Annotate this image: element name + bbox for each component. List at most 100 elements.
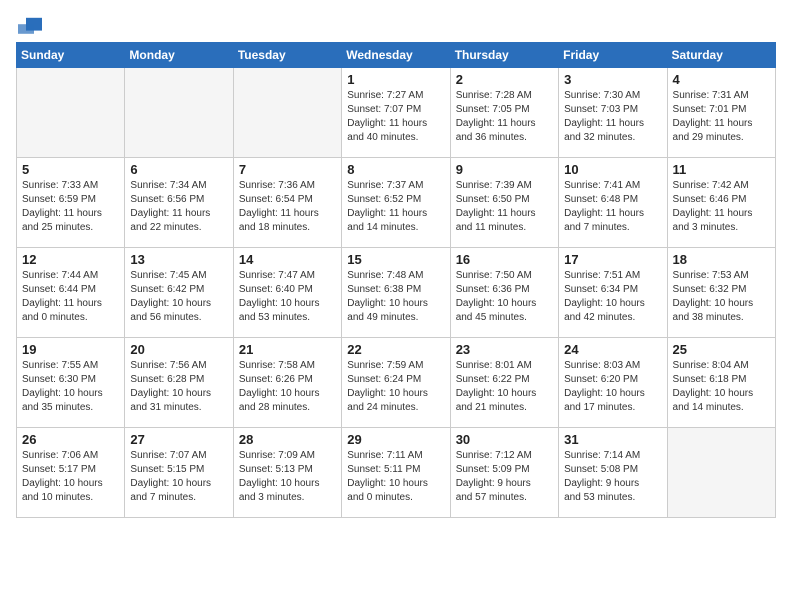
day-info: Sunrise: 7:56 AM Sunset: 6:28 PM Dayligh…: [130, 359, 227, 415]
day-header-saturday: Saturday: [667, 43, 775, 68]
day-info: Sunrise: 7:30 AM Sunset: 7:03 PM Dayligh…: [564, 89, 661, 145]
calendar-cell: 8 Sunrise: 7:37 AM Sunset: 6:52 PM Daylig…: [342, 158, 450, 248]
day-info: Sunrise: 7:44 AM Sunset: 6:44 PM Dayligh…: [22, 269, 119, 325]
day-number: 27: [130, 432, 227, 447]
calendar-week-row: 1Sunrise: 7:27 AM Sunset: 7:07 PM Daylig…: [17, 68, 776, 158]
page-header: [16, 16, 776, 34]
day-number: 15: [347, 252, 444, 267]
day-number: 8: [347, 162, 444, 177]
day-number: 26: [22, 432, 119, 447]
day-number: 25: [673, 342, 770, 357]
calendar-week-row: 12 Sunrise: 7:44 AM Sunset: 6:44 PM Dayli…: [17, 248, 776, 338]
calendar-cell: 13Sunrise: 7:45 AM Sunset: 6:42 PM Dayli…: [125, 248, 233, 338]
day-info: Sunrise: 7:09 AM Sunset: 5:13 PM Dayligh…: [239, 449, 336, 505]
day-number: 10: [564, 162, 661, 177]
day-number: 4: [673, 72, 770, 87]
calendar-table: SundayMondayTuesdayWednesdayThursdayFrid…: [16, 42, 776, 518]
calendar-cell: 25Sunrise: 8:04 AM Sunset: 6:18 PM Dayli…: [667, 338, 775, 428]
day-header-sunday: Sunday: [17, 43, 125, 68]
day-number: 14: [239, 252, 336, 267]
day-info: Sunrise: 7:55 AM Sunset: 6:30 PM Dayligh…: [22, 359, 119, 415]
day-info: Sunrise: 7:36 AM Sunset: 6:54 PM Dayligh…: [239, 179, 336, 235]
day-number: 7: [239, 162, 336, 177]
day-info: Sunrise: 7:59 AM Sunset: 6:24 PM Dayligh…: [347, 359, 444, 415]
calendar-cell: 4 Sunrise: 7:31 AM Sunset: 7:01 PM Daylig…: [667, 68, 775, 158]
day-header-friday: Friday: [559, 43, 667, 68]
day-number: 16: [456, 252, 553, 267]
calendar-cell: 6 Sunrise: 7:34 AM Sunset: 6:56 PM Daylig…: [125, 158, 233, 248]
calendar-cell: 24Sunrise: 8:03 AM Sunset: 6:20 PM Dayli…: [559, 338, 667, 428]
calendar-cell: 12 Sunrise: 7:44 AM Sunset: 6:44 PM Dayli…: [17, 248, 125, 338]
day-number: 21: [239, 342, 336, 357]
day-info: Sunrise: 7:53 AM Sunset: 6:32 PM Dayligh…: [673, 269, 770, 325]
day-number: 2: [456, 72, 553, 87]
day-info: Sunrise: 7:51 AM Sunset: 6:34 PM Dayligh…: [564, 269, 661, 325]
day-info: Sunrise: 7:12 AM Sunset: 5:09 PM Dayligh…: [456, 449, 553, 505]
day-info: Sunrise: 7:34 AM Sunset: 6:56 PM Dayligh…: [130, 179, 227, 235]
day-number: 31: [564, 432, 661, 447]
day-number: 13: [130, 252, 227, 267]
day-info: Sunrise: 8:03 AM Sunset: 6:20 PM Dayligh…: [564, 359, 661, 415]
day-header-wednesday: Wednesday: [342, 43, 450, 68]
calendar-cell: 14 Sunrise: 7:47 AM Sunset: 6:40 PM Dayli…: [233, 248, 341, 338]
calendar-cell: 11Sunrise: 7:42 AM Sunset: 6:46 PM Dayli…: [667, 158, 775, 248]
day-info: Sunrise: 7:28 AM Sunset: 7:05 PM Dayligh…: [456, 89, 553, 145]
day-number: 18: [673, 252, 770, 267]
day-number: 30: [456, 432, 553, 447]
logo-icon: [18, 16, 42, 34]
day-info: Sunrise: 7:11 AM Sunset: 5:11 PM Dayligh…: [347, 449, 444, 505]
day-info: Sunrise: 7:33 AM Sunset: 6:59 PM Dayligh…: [22, 179, 119, 235]
calendar-cell: 3 Sunrise: 7:30 AM Sunset: 7:03 PM Daylig…: [559, 68, 667, 158]
day-info: Sunrise: 7:27 AM Sunset: 7:07 PM Dayligh…: [347, 89, 444, 145]
day-info: Sunrise: 7:31 AM Sunset: 7:01 PM Dayligh…: [673, 89, 770, 145]
calendar-cell: [125, 68, 233, 158]
calendar-cell: 22 Sunrise: 7:59 AM Sunset: 6:24 PM Dayli…: [342, 338, 450, 428]
calendar-cell: 27Sunrise: 7:07 AM Sunset: 5:15 PM Dayli…: [125, 428, 233, 518]
day-number: 22: [347, 342, 444, 357]
day-info: Sunrise: 8:01 AM Sunset: 6:22 PM Dayligh…: [456, 359, 553, 415]
day-number: 3: [564, 72, 661, 87]
day-info: Sunrise: 7:39 AM Sunset: 6:50 PM Dayligh…: [456, 179, 553, 235]
day-info: Sunrise: 7:37 AM Sunset: 6:52 PM Dayligh…: [347, 179, 444, 235]
calendar-cell: 16 Sunrise: 7:50 AM Sunset: 6:36 PM Dayli…: [450, 248, 558, 338]
day-number: 20: [130, 342, 227, 357]
day-info: Sunrise: 7:50 AM Sunset: 6:36 PM Dayligh…: [456, 269, 553, 325]
logo: [16, 16, 42, 34]
day-info: Sunrise: 7:41 AM Sunset: 6:48 PM Dayligh…: [564, 179, 661, 235]
day-number: 5: [22, 162, 119, 177]
calendar-week-row: 5 Sunrise: 7:33 AM Sunset: 6:59 PM Daylig…: [17, 158, 776, 248]
calendar-cell: 23 Sunrise: 8:01 AM Sunset: 6:22 PM Dayli…: [450, 338, 558, 428]
calendar-cell: 1Sunrise: 7:27 AM Sunset: 7:07 PM Daylig…: [342, 68, 450, 158]
calendar-cell: 9 Sunrise: 7:39 AM Sunset: 6:50 PM Daylig…: [450, 158, 558, 248]
calendar-cell: 10 Sunrise: 7:41 AM Sunset: 6:48 PM Dayli…: [559, 158, 667, 248]
day-info: Sunrise: 7:42 AM Sunset: 6:46 PM Dayligh…: [673, 179, 770, 235]
day-header-tuesday: Tuesday: [233, 43, 341, 68]
day-header-thursday: Thursday: [450, 43, 558, 68]
day-number: 12: [22, 252, 119, 267]
calendar-cell: 19 Sunrise: 7:55 AM Sunset: 6:30 PM Dayli…: [17, 338, 125, 428]
calendar-header-row: SundayMondayTuesdayWednesdayThursdayFrid…: [17, 43, 776, 68]
calendar-cell: 30 Sunrise: 7:12 AM Sunset: 5:09 PM Dayli…: [450, 428, 558, 518]
calendar-cell: 17Sunrise: 7:51 AM Sunset: 6:34 PM Dayli…: [559, 248, 667, 338]
calendar-cell: [17, 68, 125, 158]
calendar-cell: 5 Sunrise: 7:33 AM Sunset: 6:59 PM Daylig…: [17, 158, 125, 248]
day-info: Sunrise: 7:48 AM Sunset: 6:38 PM Dayligh…: [347, 269, 444, 325]
calendar-cell: [667, 428, 775, 518]
day-number: 29: [347, 432, 444, 447]
calendar-cell: 7 Sunrise: 7:36 AM Sunset: 6:54 PM Daylig…: [233, 158, 341, 248]
calendar-cell: 31 Sunrise: 7:14 AM Sunset: 5:08 PM Dayli…: [559, 428, 667, 518]
calendar-cell: 29 Sunrise: 7:11 AM Sunset: 5:11 PM Dayli…: [342, 428, 450, 518]
day-number: 6: [130, 162, 227, 177]
day-number: 19: [22, 342, 119, 357]
calendar-cell: 26Sunrise: 7:06 AM Sunset: 5:17 PM Dayli…: [17, 428, 125, 518]
day-number: 28: [239, 432, 336, 447]
calendar-cell: 18 Sunrise: 7:53 AM Sunset: 6:32 PM Dayli…: [667, 248, 775, 338]
day-info: Sunrise: 7:14 AM Sunset: 5:08 PM Dayligh…: [564, 449, 661, 505]
day-info: Sunrise: 7:47 AM Sunset: 6:40 PM Dayligh…: [239, 269, 336, 325]
calendar-week-row: 26Sunrise: 7:06 AM Sunset: 5:17 PM Dayli…: [17, 428, 776, 518]
day-number: 23: [456, 342, 553, 357]
calendar-cell: 15 Sunrise: 7:48 AM Sunset: 6:38 PM Dayli…: [342, 248, 450, 338]
day-info: Sunrise: 7:58 AM Sunset: 6:26 PM Dayligh…: [239, 359, 336, 415]
calendar-cell: 21 Sunrise: 7:58 AM Sunset: 6:26 PM Dayli…: [233, 338, 341, 428]
day-number: 9: [456, 162, 553, 177]
